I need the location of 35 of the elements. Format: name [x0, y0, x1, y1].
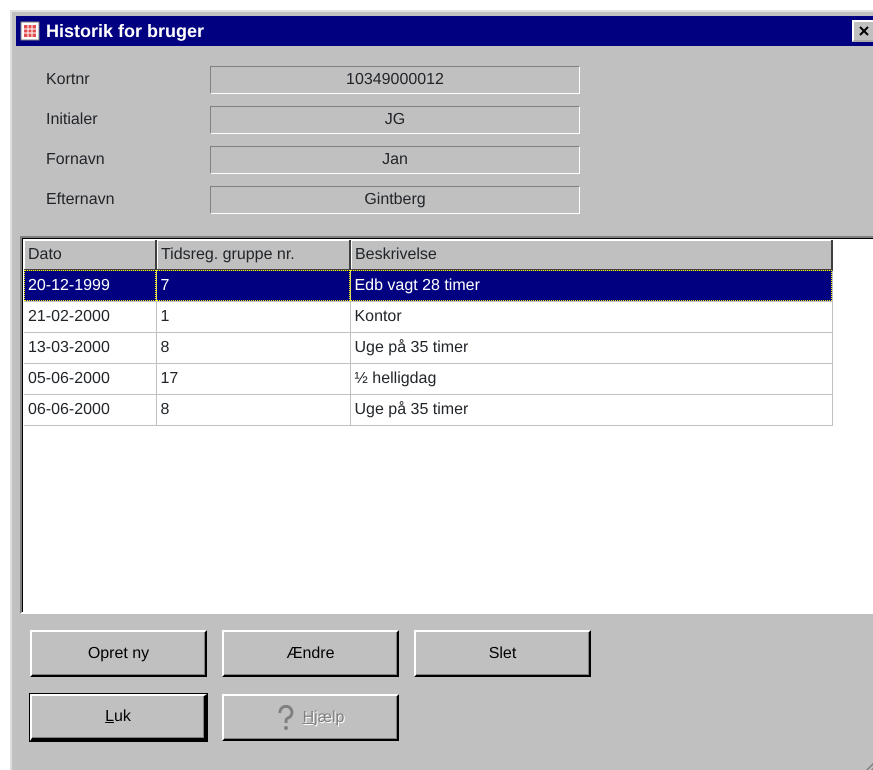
- column-header[interactable]: Tidsreg. gruppe nr.: [156, 240, 350, 270]
- table-cell: Edb vagt 28 timer: [350, 270, 832, 301]
- field-value: JG: [210, 106, 580, 134]
- field-label: Kortnr: [45, 70, 91, 90]
- table-cell: 21-02-2000: [24, 301, 156, 332]
- table-cell: 05-06-2000: [24, 363, 156, 394]
- table-cell: ½ helligdag: [350, 363, 832, 394]
- table-cell: Uge på 35 timer: [350, 394, 832, 425]
- table-cell: Kontor: [350, 301, 832, 332]
- field-label: Initialer: [45, 110, 99, 130]
- dialog-button[interactable]: Slet: [414, 630, 591, 677]
- table-cell: 7: [156, 270, 350, 301]
- field-label: Fornavn: [45, 150, 106, 170]
- table-cell: 06-06-2000: [24, 394, 156, 425]
- field-value: Gintberg: [210, 186, 580, 214]
- table-cell: 8: [156, 332, 350, 363]
- field-value: Jan: [210, 146, 580, 174]
- column-header[interactable]: Beskrivelse: [350, 240, 832, 270]
- table-cell: 20-12-1999: [24, 270, 156, 301]
- table-cell: 17: [156, 363, 350, 394]
- close-icon: [858, 25, 870, 37]
- dialog-button[interactable]: Luk: [30, 694, 207, 741]
- table-cell: Uge på 35 timer: [350, 332, 832, 363]
- app-icon: [20, 21, 40, 41]
- table-cell: 8: [156, 394, 350, 425]
- field-label: Efternavn: [45, 190, 116, 210]
- dialog-button[interactable]: Ændre: [222, 630, 399, 677]
- window-title: Historik for bruger: [46, 20, 204, 43]
- table-cell: 1: [156, 301, 350, 332]
- table-cell: 13-03-2000: [24, 332, 156, 363]
- close-button[interactable]: [852, 20, 873, 42]
- dialog-button[interactable]: Opret ny: [30, 630, 207, 677]
- field-value: 10349000012: [210, 66, 580, 94]
- question-mark-icon: [276, 704, 295, 730]
- column-header[interactable]: Dato: [24, 240, 156, 270]
